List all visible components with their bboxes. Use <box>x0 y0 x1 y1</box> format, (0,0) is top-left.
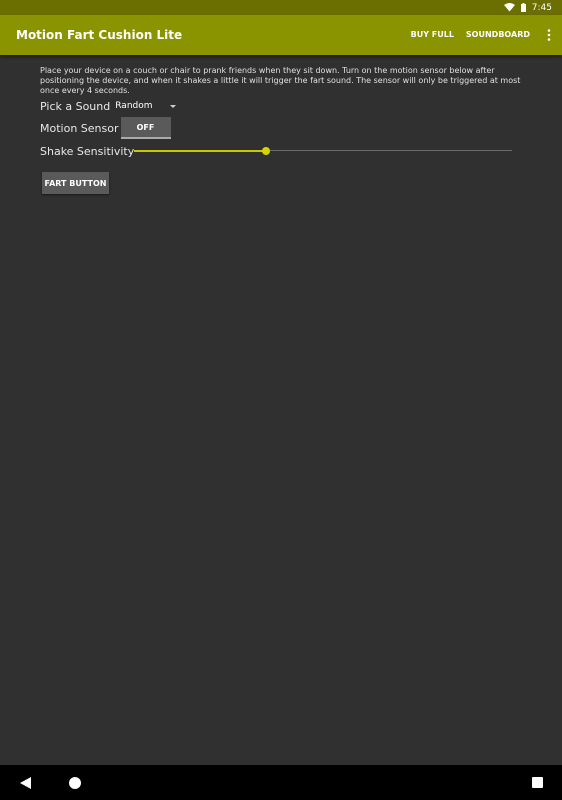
back-icon <box>19 776 31 789</box>
status-bar: 7:45 <box>0 0 562 15</box>
overflow-menu-button[interactable] <box>536 15 562 55</box>
app-bar: Motion Fart Cushion Lite BUY FULL SOUNDB… <box>0 15 562 55</box>
sound-dropdown-value: Random <box>115 101 153 111</box>
dropdown-caret-icon <box>169 104 176 108</box>
soundboard-button[interactable]: SOUNDBOARD <box>460 15 536 55</box>
navigation-bar <box>0 765 562 800</box>
back-button[interactable] <box>5 765 45 800</box>
status-icons: 7:45 <box>503 0 552 15</box>
buy-full-button[interactable]: BUY FULL <box>405 15 460 55</box>
shake-sensitivity-row: Shake Sensitivity <box>40 144 522 158</box>
recents-icon <box>531 777 543 788</box>
home-button[interactable] <box>55 765 95 800</box>
status-time: 7:45 <box>531 2 552 13</box>
more-vert-icon <box>547 29 551 41</box>
shake-sensitivity-slider[interactable] <box>134 144 512 158</box>
main-content: Place your device on a couch or chair to… <box>40 66 522 194</box>
instructions-text: Place your device on a couch or chair to… <box>40 66 521 95</box>
wifi-icon <box>503 3 515 12</box>
battery-icon <box>520 3 526 12</box>
home-icon <box>69 776 81 789</box>
pick-sound-row: Pick a Sound Random <box>40 99 176 113</box>
motion-sensor-toggle[interactable]: OFF <box>120 117 171 139</box>
recents-button[interactable] <box>517 765 557 800</box>
app-title: Motion Fart Cushion Lite <box>16 28 183 42</box>
motion-sensor-label: Motion Sensor <box>40 121 119 135</box>
motion-sensor-row: Motion Sensor OFF <box>40 117 171 139</box>
sound-dropdown[interactable]: Random <box>115 101 176 111</box>
slider-fill <box>134 150 267 152</box>
fart-button[interactable]: FART BUTTON <box>42 172 109 194</box>
shake-sensitivity-label: Shake Sensitivity <box>40 144 135 158</box>
slider-thumb[interactable] <box>262 147 271 155</box>
app-actions: BUY FULL SOUNDBOARD <box>405 15 562 55</box>
pick-sound-label: Pick a Sound <box>40 99 111 113</box>
